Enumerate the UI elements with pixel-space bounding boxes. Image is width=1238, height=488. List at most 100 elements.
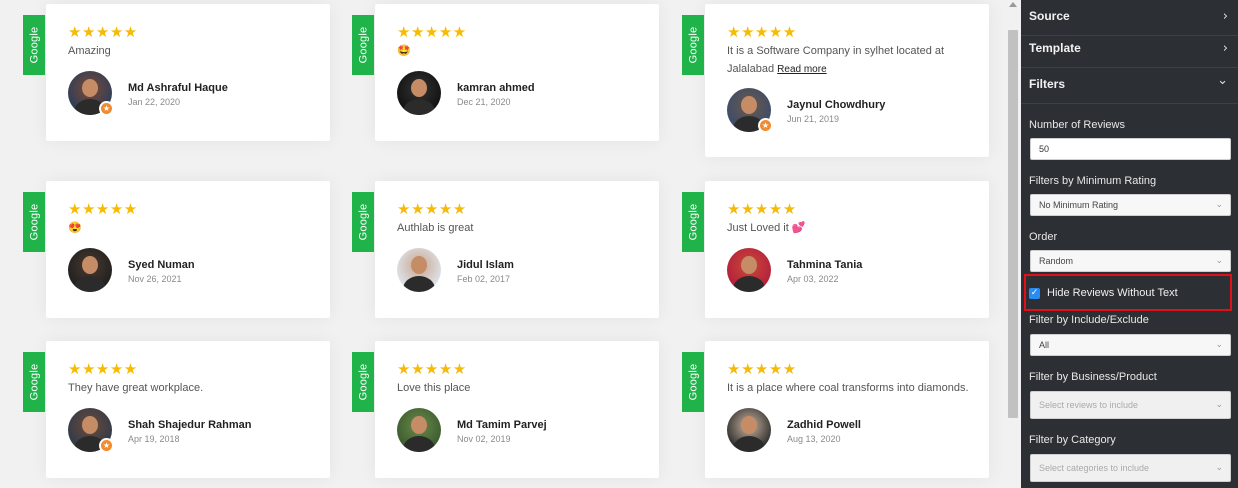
- scrollbar[interactable]: [1005, 0, 1021, 488]
- section-template[interactable]: Template ›: [1021, 32, 1238, 68]
- order-select[interactable]: Random ⌄: [1030, 250, 1231, 272]
- review-card: ★★★★★ 🤩 kamran ahmed Dec 21, 2020: [375, 4, 659, 141]
- google-badge: Google: [352, 192, 374, 252]
- avatar: [397, 408, 441, 452]
- review-text: It is a Software Company in sylhet locat…: [727, 45, 945, 75]
- chevron-down-icon: ⌄: [1215, 463, 1223, 473]
- number-of-reviews-label: Number of Reviews: [1029, 119, 1125, 131]
- chevron-right-icon: ›: [1222, 9, 1228, 24]
- select-value: All: [1039, 340, 1050, 350]
- settings-sidebar: Source › Template › Filters ⌄ Number of …: [1021, 0, 1238, 488]
- google-badge: Google: [682, 352, 704, 412]
- star-rating: ★★★★★: [397, 200, 467, 218]
- review-card: ★★★★★ Love this place Md Tamim Parvej Nov …: [375, 341, 659, 478]
- reviewer-name: Syed Numan: [128, 259, 195, 271]
- min-rating-select[interactable]: No Minimum Rating ⌄: [1030, 194, 1231, 216]
- review-date: Apr 03, 2022: [787, 274, 839, 284]
- section-filters[interactable]: Filters ⌄: [1021, 68, 1238, 104]
- google-badge-label: Google: [357, 363, 370, 401]
- chevron-down-icon: ⌄: [1217, 73, 1228, 88]
- hide-reviews-label[interactable]: Hide Reviews Without Text: [1047, 287, 1178, 299]
- review-text: Love this place: [397, 382, 471, 394]
- chevron-down-icon: ⌄: [1215, 340, 1223, 350]
- category-filter-select[interactable]: Select categories to include ⌄: [1030, 454, 1231, 482]
- include-exclude-select[interactable]: All ⌄: [1030, 334, 1231, 356]
- google-badge: Google: [23, 352, 45, 412]
- reviewer-name: Jidul Islam: [457, 259, 514, 271]
- google-badge-label: Google: [687, 26, 700, 64]
- star-rating: ★★★★★: [397, 360, 467, 378]
- review-date: Apr 19, 2018: [128, 434, 180, 444]
- select-value: No Minimum Rating: [1039, 200, 1119, 210]
- google-badge: Google: [352, 352, 374, 412]
- number-of-reviews-input[interactable]: 50: [1030, 138, 1231, 160]
- review-date: Nov 02, 2019: [457, 434, 511, 444]
- business-filter-label: Filter by Business/Product: [1029, 371, 1157, 383]
- star-rating: ★★★★★: [68, 23, 138, 41]
- review-card: ★★★★★ Just Loved it 💕 Tahmina Tania Apr 03…: [705, 181, 989, 318]
- review-date: Dec 21, 2020: [457, 97, 511, 107]
- category-filter-label: Filter by Category: [1029, 434, 1116, 446]
- min-rating-label: Filters by Minimum Rating: [1029, 175, 1157, 187]
- reviewer-name: Zadhid Powell: [787, 419, 861, 431]
- review-card: ★★★★★ Authlab is great Jidul Islam Feb 02,…: [375, 181, 659, 318]
- review-card: ★★★★★ They have great workplace. ★ Shah Sh…: [46, 341, 330, 478]
- section-title: Filters: [1029, 77, 1066, 91]
- review-date: Nov 26, 2021: [128, 274, 182, 284]
- review-card: ★★★★★ It is a Software Company in sylhet …: [705, 4, 989, 157]
- hide-reviews-checkbox[interactable]: ✓: [1029, 288, 1040, 299]
- chevron-right-icon: ›: [1222, 41, 1228, 56]
- google-badge-label: Google: [28, 26, 41, 64]
- google-badge-label: Google: [357, 203, 370, 241]
- review-card: ★★★★★ 😍 Syed Numan Nov 26, 2021: [46, 181, 330, 318]
- review-date: Jan 22, 2020: [128, 97, 181, 107]
- google-badge-label: Google: [687, 203, 700, 241]
- select-placeholder: Select reviews to include: [1039, 400, 1139, 410]
- review-text: It is a place where coal transforms into…: [727, 382, 969, 394]
- review-text: Amazing: [68, 45, 111, 57]
- star-rating: ★★★★★: [727, 23, 797, 41]
- review-date: Feb 02, 2017: [457, 274, 511, 284]
- star-rating: ★★★★★: [727, 200, 797, 218]
- scrollbar-thumb[interactable]: [1008, 30, 1018, 418]
- google-badge: Google: [23, 192, 45, 252]
- google-badge: Google: [682, 192, 704, 252]
- review-card: ★★★★★ Amazing ★ Md Ashraful Haque Jan 22, 2…: [46, 4, 330, 141]
- avatar: ★: [68, 71, 114, 116]
- review-card: ★★★★★ It is a place where coal transforms…: [705, 341, 989, 478]
- avatar: [397, 248, 441, 292]
- include-exclude-label: Filter by Include/Exclude: [1029, 314, 1149, 326]
- review-date: Aug 13, 2020: [787, 434, 841, 444]
- scroll-up-arrow-icon[interactable]: [1009, 2, 1017, 7]
- google-badge-label: Google: [28, 203, 41, 241]
- avatar: [397, 71, 441, 115]
- select-placeholder: Select categories to include: [1039, 463, 1150, 473]
- star-rating: ★★★★★: [68, 360, 138, 378]
- star-badge-icon: ★: [99, 101, 114, 116]
- review-text: Just Loved it 💕: [727, 222, 806, 234]
- star-rating: ★★★★★: [397, 23, 467, 41]
- google-badge: Google: [352, 15, 374, 75]
- business-filter-select[interactable]: Select reviews to include ⌄: [1030, 391, 1231, 419]
- read-more-link[interactable]: Read more: [777, 64, 826, 75]
- reviewer-name: Jaynul Chowdhury: [787, 99, 886, 111]
- reviewer-name: kamran ahmed: [457, 82, 535, 94]
- chevron-down-icon: ⌄: [1215, 256, 1223, 266]
- chevron-down-icon: ⌄: [1215, 400, 1223, 410]
- review-text: They have great workplace.: [68, 382, 204, 394]
- order-label: Order: [1029, 231, 1058, 243]
- star-badge-icon: ★: [758, 118, 773, 133]
- avatar: [727, 248, 771, 292]
- avatar: [727, 408, 771, 452]
- google-badge-label: Google: [357, 26, 370, 64]
- google-badge: Google: [23, 15, 45, 75]
- reviewer-name: Md Ashraful Haque: [128, 82, 228, 94]
- avatar: ★: [727, 88, 773, 133]
- review-text: Authlab is great: [397, 222, 474, 234]
- section-title: Template: [1029, 41, 1081, 55]
- select-value: Random: [1039, 256, 1074, 266]
- google-badge-label: Google: [28, 363, 41, 401]
- section-source[interactable]: Source ›: [1021, 0, 1238, 36]
- star-rating: ★★★★★: [68, 200, 138, 218]
- review-text: 😍: [68, 222, 82, 234]
